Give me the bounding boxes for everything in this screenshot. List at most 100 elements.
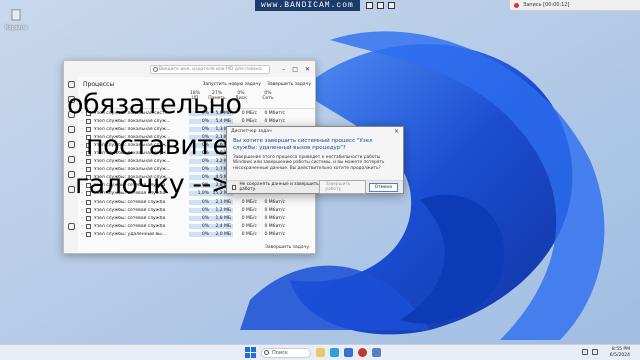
close-icon[interactable]: × [394, 129, 399, 135]
process-network: 0 Мбит/с [264, 118, 286, 124]
process-disk: 0 МБ/с [241, 207, 257, 213]
start-button[interactable] [245, 347, 256, 358]
recycle-bin-shortcut[interactable]: Корзина [4, 6, 28, 31]
column-network[interactable]: 0% Сеть [254, 91, 282, 108]
edge-icon[interactable] [330, 348, 339, 357]
process-disk: 0 МБ/с [241, 215, 257, 221]
process-disk: 0 МБ/с [241, 199, 257, 205]
run-new-task-button[interactable]: Запустить новую задачу [202, 82, 261, 87]
expand-chevron-icon[interactable]: › [78, 135, 86, 140]
bandicam-window-controls[interactable] [365, 2, 395, 9]
recording-panel: Запись [00:00:12] [510, 0, 640, 11]
process-memory: 2,1 МБ [211, 199, 233, 205]
dialog-titlebar: Диспетчер задач × [227, 127, 403, 136]
bandicam-taskbar-icon[interactable] [358, 348, 367, 357]
windows-logo-icon [245, 347, 250, 352]
expand-chevron-icon[interactable]: › [78, 127, 86, 132]
expand-chevron-icon[interactable]: › [78, 224, 86, 229]
process-memory: 1,8 МБ [211, 215, 233, 221]
shutdown-button[interactable]: Завершить работу [319, 180, 366, 194]
process-cpu: 0% [189, 207, 211, 213]
clock[interactable]: 8:55 PM 6/5/2024 [610, 347, 630, 359]
process-search-input[interactable]: Введите имя, издателя или PID для поиска [150, 64, 270, 74]
expand-chevron-icon[interactable]: › [78, 151, 86, 156]
dialog-title: Диспетчер задач [231, 129, 272, 134]
menu-icon[interactable] [67, 81, 75, 88]
process-name: Узел службы: сетевая служба [94, 207, 166, 213]
process-network: 0 Мбит/с [264, 215, 286, 221]
taskbar-search[interactable]: Поиск [261, 347, 311, 358]
search-icon [153, 66, 158, 72]
expand-chevron-icon[interactable]: › [78, 208, 86, 213]
clock-date: 6/5/2024 [609, 353, 630, 358]
expand-chevron-icon[interactable]: › [78, 216, 86, 221]
page-title: Процессы [83, 80, 115, 88]
recycle-bin-label: Корзина [4, 25, 28, 31]
dialog-question: Вы хотите завершить системный процесс "У… [233, 138, 373, 151]
recording-status: Запись [00:00:12] [523, 2, 570, 8]
process-memory: 1,2 МБ [211, 207, 233, 213]
taskbar-search-label: Поиск [272, 349, 288, 356]
volume-icon[interactable] [592, 349, 598, 355]
expand-chevron-icon[interactable]: › [78, 143, 86, 148]
search-icon [264, 350, 269, 355]
process-row[interactable]: › Узел службы: удаленный вы... 0% 2,0 МБ 0 М… [78, 230, 315, 238]
process-network: 0 Мбит/с [264, 207, 286, 213]
process-row[interactable]: › Узел службы: сетевая служба 0% 2,4 МБ 0 МБ… [78, 222, 315, 230]
process-row[interactable]: › Узел службы: сетевая служба 0% 1,2 МБ 0 МБ… [78, 206, 315, 214]
file-explorer-icon[interactable] [316, 348, 325, 357]
process-memory: 2,0 МБ [211, 231, 233, 237]
close-icon[interactable] [387, 2, 395, 9]
end-task-footer-button[interactable]: Завершить задачу [265, 245, 309, 250]
process-row[interactable]: › Узел службы: сетевая служба 0% 1,8 МБ 0 МБ… [78, 214, 315, 222]
end-task-button[interactable]: Завершить задачу [267, 82, 311, 87]
settings-icon[interactable] [67, 223, 75, 230]
recycle-bin-icon [11, 9, 21, 21]
users-icon[interactable] [67, 156, 75, 163]
process-name: Узел службы: сетевая служба [94, 199, 166, 205]
process-icon [86, 231, 91, 237]
expand-chevron-icon[interactable]: › [78, 232, 86, 237]
process-network: 0 Мбит/с [264, 223, 286, 229]
cancel-button[interactable]: Отмена [368, 182, 398, 192]
process-name: Узел службы: сетевая служба [94, 215, 166, 221]
process-network: 0 Мбит/с [264, 199, 286, 205]
minimize-icon[interactable] [365, 2, 373, 9]
network-icon[interactable] [582, 349, 588, 355]
process-name: Узел службы: сетевая служба [94, 223, 166, 229]
record-icon[interactable] [514, 2, 519, 8]
abandon-data-checkbox[interactable] [232, 184, 237, 190]
process-network: 0 Мбит/с [264, 231, 286, 237]
process-cpu: 0% [189, 215, 211, 221]
process-disk: 0 МБ/с [241, 223, 257, 229]
checkbox-label[interactable]: Не сохранять данные и завершить работу. [239, 182, 319, 192]
task-manager-taskbar-icon[interactable] [372, 348, 381, 357]
taskbar-center: Поиск [245, 347, 381, 358]
store-icon[interactable] [344, 348, 353, 357]
process-disk: 0 МБ/с [241, 231, 257, 237]
bandicam-watermark: www.BANDICAM.com [255, 0, 360, 11]
expand-chevron-icon[interactable]: › [78, 200, 86, 205]
bandicam-bar: www.BANDICAM.com Запись [00:00:12] [255, 0, 640, 11]
task-manager-titlebar: Введите имя, издателя или PID для поиска… [64, 61, 315, 77]
process-memory: 2,4 МБ [211, 223, 233, 229]
process-cpu: 0% [189, 199, 211, 205]
overlay-text-line3: галочку --> [75, 169, 233, 200]
process-cpu: 0% [189, 231, 211, 237]
process-icon [86, 223, 91, 229]
maximize-icon[interactable]: □ [292, 66, 298, 73]
dialog-warning: Завершение этого процесса приведет к нес… [233, 155, 385, 171]
end-process-dialog: Диспетчер задач × Вы хотите завершить си… [226, 126, 404, 194]
overlay-text-line2: поставите [86, 130, 229, 161]
search-placeholder: Введите имя, издателя или PID для поиска [159, 66, 262, 72]
expand-chevron-icon[interactable]: › [78, 159, 86, 164]
taskbar: Поиск 8:55 PM 6/5/2024 [0, 344, 640, 360]
startup-icon[interactable] [67, 141, 75, 148]
services-icon[interactable] [67, 186, 75, 193]
details-icon[interactable] [67, 171, 75, 178]
system-tray [582, 349, 598, 355]
app-history-icon[interactable] [67, 126, 75, 133]
maximize-icon[interactable] [376, 2, 384, 9]
close-icon[interactable]: ✕ [305, 66, 310, 73]
minimize-icon[interactable]: – [282, 66, 285, 73]
